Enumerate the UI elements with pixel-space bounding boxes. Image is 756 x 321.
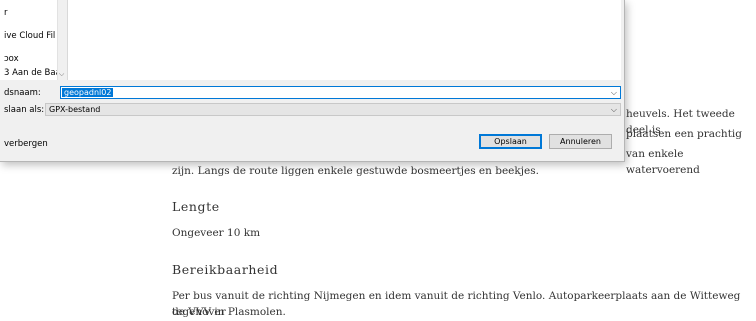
chevron-down-icon: ⌵ xyxy=(610,105,617,114)
navigation-pane: r ive Cloud Fil ɔox 3 Aan de Baa ⌵ xyxy=(0,0,66,80)
hide-folders-toggle[interactable]: verbergen xyxy=(4,139,48,149)
nav-item-label: 3 Aan de Baa xyxy=(4,68,61,78)
page-paragraph-line-3-tail: van enkele watervoerend xyxy=(626,148,700,176)
save-button[interactable]: Opslaan xyxy=(479,134,542,149)
filename-label: dsnaam: xyxy=(4,88,41,98)
chevron-down-icon[interactable]: ⌵ xyxy=(611,87,617,98)
nav-item-1[interactable]: r xyxy=(4,8,8,18)
section-heading-lengte: Lengte xyxy=(172,199,220,214)
nav-item-onedrive[interactable]: ive Cloud Fil xyxy=(4,31,55,41)
page-paragraph-line-2-tail: plaatsen een prachtig xyxy=(626,128,742,140)
nav-scrollbar[interactable]: ⌵ xyxy=(57,0,66,80)
cancel-button[interactable]: Annuleren xyxy=(549,134,612,149)
nav-item-label: r xyxy=(4,8,8,18)
filename-input[interactable]: geopadnl02 ⌵ xyxy=(60,86,621,99)
section-text-bereikbaarheid-line-2: de VVV in Plasmolen. xyxy=(172,306,286,318)
scroll-down-icon[interactable]: ⌵ xyxy=(59,71,64,78)
filetype-value: GPX-bestand xyxy=(49,105,101,114)
filename-selected-text: geopadnl02 xyxy=(62,88,114,97)
nav-item-label: ɔox xyxy=(4,54,19,64)
section-heading-bereikbaarheid: Bereikbaarheid xyxy=(172,262,279,277)
save-as-dialog: r ive Cloud Fil ɔox 3 Aan de Baa ⌵ dsnaa… xyxy=(0,0,625,162)
file-list-pane[interactable] xyxy=(67,0,621,80)
page-paragraph-line-4: zijn. Langs de route liggen enkele gestu… xyxy=(172,165,539,177)
filetype-label: slaan als: xyxy=(4,105,45,115)
section-text-lengte: Ongeveer 10 km xyxy=(172,227,261,239)
nav-item-folder[interactable]: 3 Aan de Baa xyxy=(4,68,61,78)
nav-item-dropbox[interactable]: ɔox xyxy=(4,54,19,64)
nav-item-label: ive Cloud Fil xyxy=(4,31,56,41)
filetype-select[interactable]: GPX-bestand ⌵ xyxy=(45,103,621,116)
